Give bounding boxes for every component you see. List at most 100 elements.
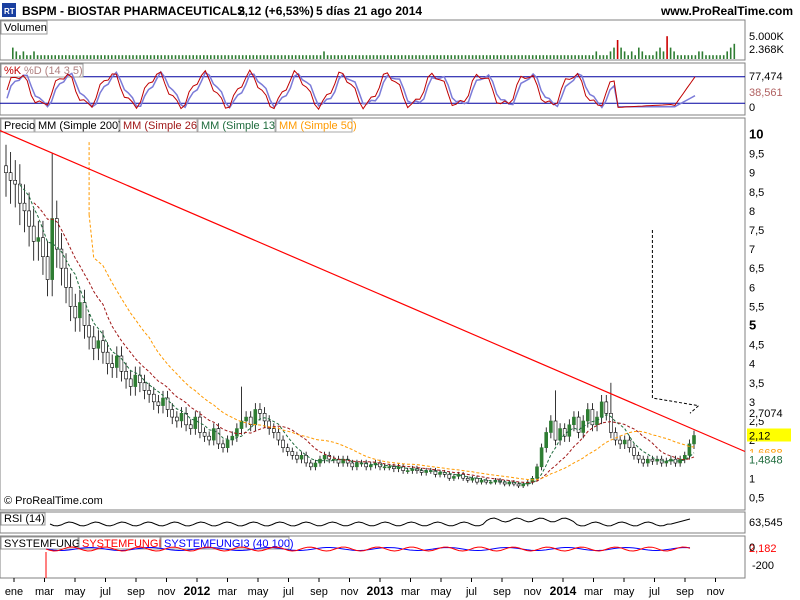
candle-body <box>45 256 50 280</box>
volume-bar <box>429 55 431 59</box>
volume-bar <box>684 55 686 59</box>
last-value-label: 2,7074 <box>749 408 783 420</box>
volume-bar <box>323 51 325 59</box>
volume-bar <box>581 55 583 59</box>
volume-bar <box>563 55 566 59</box>
volume-bar <box>206 55 209 59</box>
volume-bar <box>319 55 322 59</box>
volume-bar <box>708 55 711 59</box>
quote-value: 2,12 (+6,53%) <box>238 4 314 18</box>
volume-bar <box>712 55 714 59</box>
volume-bar <box>210 55 212 59</box>
candle-body <box>549 420 553 433</box>
systemfungi-panel[interactable]: SYSTEMFUNGISYSTEMFUNGI2SYSTEMFUNGI3 (40 … <box>0 536 777 578</box>
candle-body <box>50 218 55 280</box>
volume-bar <box>439 55 442 59</box>
volume-bar <box>404 55 407 59</box>
x-tick-label: may <box>248 586 269 598</box>
volume-bar <box>61 55 64 59</box>
sma13-line <box>19 184 695 485</box>
volume-bar <box>390 55 392 59</box>
candle-body <box>488 481 493 484</box>
volume-bar <box>510 55 513 59</box>
volume-bar <box>273 55 276 59</box>
volume-bar <box>337 55 339 59</box>
volume-bar <box>638 47 640 59</box>
stochastic-panel[interactable]: %K %D (14 3 5) 77,474 38,561 0 <box>0 63 791 114</box>
stoch-d-label: %D (14 3 5) <box>24 65 83 77</box>
volume-bar <box>114 55 117 59</box>
price-legend-item: MM (Simple 26) <box>123 120 201 132</box>
volume-bar <box>132 55 134 59</box>
candle-body <box>539 447 544 468</box>
volume-bar <box>676 55 679 59</box>
website-link[interactable]: www.ProRealTime.com <box>660 4 793 18</box>
rsi-line <box>49 517 691 527</box>
price-y-tick: 6,5 <box>749 263 764 275</box>
price-panel[interactable]: Precio MM (Simple 200) MM (Simple 26) MM (S… <box>0 118 791 507</box>
volume-bar <box>503 55 506 59</box>
volume-bar <box>259 55 262 59</box>
copyright: © ProRealTime.com <box>4 495 103 507</box>
volume-bar <box>425 55 428 59</box>
candle-body <box>175 416 179 422</box>
candle-body <box>54 218 59 250</box>
volume-bar <box>195 55 198 59</box>
volume-bar <box>142 55 145 59</box>
volume-bar <box>333 55 336 59</box>
candle-body <box>285 447 290 452</box>
volume-bar <box>372 55 375 59</box>
volume-bar <box>411 55 414 59</box>
volume-bar <box>401 55 403 59</box>
candle-body <box>156 401 161 406</box>
fungi-legend-item: SYSTEMFUNGI3 (40 100) <box>164 538 294 550</box>
x-tick-label: jul <box>99 586 111 598</box>
x-tick-label: mar <box>401 586 420 598</box>
sma200-line <box>651 230 700 414</box>
volume-bar <box>570 55 573 59</box>
price-legend-item: MM (Simple 200) <box>38 120 122 132</box>
candle-body <box>641 458 646 464</box>
x-tick-label: may <box>65 586 86 598</box>
volume-bar <box>234 55 237 59</box>
rsi-last-value: 63,545 <box>749 517 783 529</box>
volume-bar <box>634 55 636 59</box>
candle-body <box>553 420 558 441</box>
volume-bar <box>96 55 99 59</box>
chart-canvas[interactable]: RT BSPM - BIOSTAR PHARMACEUTICALS 2,12 (… <box>0 0 800 600</box>
candle-body <box>170 409 174 418</box>
volume-bar <box>588 55 591 59</box>
volume-bar <box>415 55 417 59</box>
volume-bar <box>139 55 141 59</box>
candle-body <box>276 432 281 441</box>
volume-bar <box>146 55 148 59</box>
volume-bar <box>192 55 194 59</box>
volume-panel[interactable]: Volumen 5.000K2.368K <box>0 20 785 59</box>
volume-bar <box>12 47 14 59</box>
volume-bar <box>43 55 46 59</box>
candle-body <box>313 462 318 468</box>
candle-body <box>101 340 105 353</box>
volume-bar <box>167 55 170 59</box>
volume-bar <box>82 55 85 59</box>
volume-bar <box>436 55 438 59</box>
volume-bar <box>181 55 184 59</box>
volume-bar <box>443 55 446 59</box>
stoch-tick-zero: 0 <box>749 102 755 114</box>
volume-bar <box>40 55 42 59</box>
candle-body <box>535 466 539 479</box>
candle-body <box>585 409 590 422</box>
volume-bar <box>705 55 707 59</box>
volume-bar <box>680 55 682 59</box>
candle-body <box>627 439 632 449</box>
volume-bar <box>546 55 548 59</box>
volume-bar <box>514 55 516 59</box>
volume-bar <box>36 55 39 59</box>
candle-body <box>115 355 119 368</box>
candle-body <box>572 416 576 426</box>
volume-last-value: 2.368K <box>749 44 785 56</box>
volume-bar <box>464 55 467 59</box>
candle-body <box>470 477 475 481</box>
volume-bar <box>606 55 608 59</box>
rsi-panel[interactable]: RSI (14) 63,545 <box>0 512 783 529</box>
